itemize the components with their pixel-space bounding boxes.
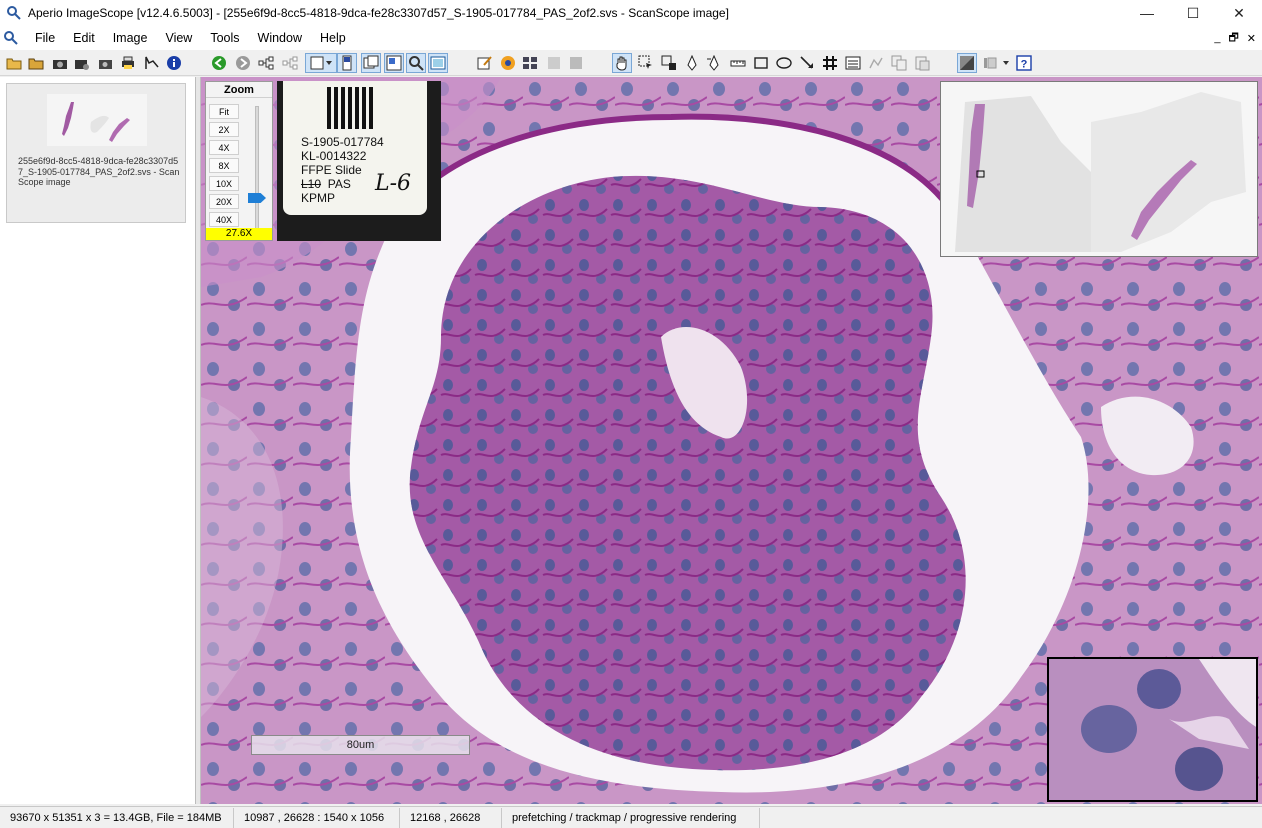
open-folder-alt-icon[interactable] [26, 53, 46, 73]
magnifier-window [1047, 657, 1258, 802]
help-icon[interactable]: ? [1014, 53, 1034, 73]
overview-icon[interactable] [361, 53, 381, 73]
sync-icon[interactable] [544, 53, 564, 73]
forward-icon[interactable] [233, 53, 253, 73]
analysis-icon[interactable] [866, 53, 886, 73]
slide-overview[interactable] [940, 81, 1258, 257]
label-strike: L10 [301, 177, 322, 191]
color-adjust-icon[interactable] [980, 53, 1014, 73]
label-handwritten: L-6 [375, 171, 412, 196]
paste-icon[interactable] [912, 53, 932, 73]
maximize-button[interactable]: ☐ [1170, 0, 1216, 26]
imagescope-app-icon [7, 6, 21, 20]
overview-image [941, 82, 1257, 256]
slide-label-panel[interactable]: S-1905-017784 KL-0014322 FFPE Slide L10 … [277, 81, 441, 241]
datamatrix-barcode [327, 87, 373, 129]
grid-icon[interactable] [820, 53, 840, 73]
pen-tool-icon[interactable] [682, 53, 702, 73]
status-mode: prefetching / trackmap / progressive ren… [502, 807, 760, 828]
panel-icon[interactable] [428, 53, 448, 73]
magnified-tissue [1049, 659, 1256, 800]
zoom-title: Zoom [206, 82, 272, 98]
arrow-tool-icon[interactable] [797, 53, 817, 73]
thumbnail-icon[interactable] [384, 53, 404, 73]
slide-viewer[interactable]: Zoom Fit 2X 4X 8X 10X 20X 40X 27.6X S-19… [201, 77, 1262, 804]
slide-label-icon[interactable] [337, 53, 357, 73]
zoom-4x-button[interactable]: 4X [209, 140, 239, 155]
printer-icon[interactable] [118, 53, 138, 73]
menu-edit[interactable]: Edit [64, 26, 104, 50]
zoom-2x-button[interactable]: 2X [209, 122, 239, 137]
rectangle-tool-icon[interactable] [751, 53, 771, 73]
menu-window[interactable]: Window [249, 26, 311, 50]
zoom-panel: Zoom Fit 2X 4X 8X 10X 20X 40X 27.6X [205, 81, 273, 241]
zoom-40x-button[interactable]: 40X [209, 212, 239, 227]
graph-icon[interactable] [142, 53, 162, 73]
annotation-list-icon[interactable] [843, 53, 863, 73]
image-adjust-icon[interactable] [957, 53, 977, 73]
label-line-project: KPMP [301, 191, 336, 205]
zoom-fit-button[interactable]: Fit [209, 104, 239, 119]
select-tool-icon[interactable] [636, 53, 656, 73]
mdi-restore-button[interactable]: 🗗 [1228, 29, 1238, 48]
edit-icon[interactable] [474, 53, 494, 73]
status-bar: 93670 x 51351 x 3 = 13.4GB, File = 184MB… [0, 806, 1262, 828]
scale-bar: 80um [251, 735, 470, 755]
label-stain: PAS [327, 177, 351, 191]
zoom-level: 27.6X [206, 228, 272, 240]
label-line-type: FFPE Slide [301, 163, 362, 177]
slide-label: S-1905-017784 KL-0014322 FFPE Slide L10 … [283, 81, 427, 215]
info-icon[interactable] [164, 53, 184, 73]
label-line-case: S-1905-017784 [301, 135, 384, 149]
copy-icon[interactable] [889, 53, 909, 73]
zoom-slider-thumb[interactable] [248, 193, 266, 203]
title-bar: Aperio ImageScope [v12.4.6.5003] - [255e… [0, 0, 1262, 26]
camera-export-icon[interactable] [96, 53, 116, 73]
menu-help[interactable]: Help [311, 26, 355, 50]
toolbar: ? [0, 50, 1262, 76]
menu-tools[interactable]: Tools [201, 26, 248, 50]
zoom-select-icon[interactable] [659, 53, 679, 73]
display-dropdown-icon[interactable] [305, 53, 337, 73]
hierarchy-icon[interactable] [256, 53, 276, 73]
sync-alt-icon[interactable] [566, 53, 586, 73]
pan-tool-icon[interactable] [612, 53, 632, 73]
menu-image[interactable]: Image [104, 26, 157, 50]
mdi-close-button[interactable]: ✕ [1247, 32, 1256, 45]
status-cursor: 12168 , 26628 [400, 807, 502, 828]
label-text: S-1905-017784 KL-0014322 FFPE Slide L10 … [301, 135, 384, 205]
link-icon[interactable] [498, 53, 518, 73]
zoom-20x-button[interactable]: 20X [209, 194, 239, 209]
menu-view[interactable]: View [156, 26, 201, 50]
compare-icon[interactable] [520, 53, 540, 73]
svg-text:?: ? [1021, 59, 1028, 71]
close-button[interactable]: ✕ [1216, 0, 1262, 26]
status-region: 10987 , 26628 : 1540 x 1056 [234, 807, 400, 828]
window-title: Aperio ImageScope [v12.4.6.5003] - [255e… [28, 6, 729, 20]
menu-bar: File Edit Image View Tools Window Help _… [0, 26, 1262, 50]
label-line-stain: L10 PAS [301, 177, 384, 191]
zoom-10x-button[interactable]: 10X [209, 176, 239, 191]
minimize-button[interactable]: — [1124, 0, 1170, 26]
status-dimensions: 93670 x 51351 x 3 = 13.4GB, File = 184MB [0, 807, 234, 828]
mdi-minimize-button[interactable]: _ [1214, 32, 1220, 44]
slide-thumbnail [47, 94, 147, 146]
back-icon[interactable] [209, 53, 229, 73]
magnifier-icon[interactable] [406, 53, 426, 73]
document-icon[interactable] [2, 29, 20, 47]
image-thumbnail-card[interactable]: 255e6f9d-8cc5-4818-9dca-fe28c3307d57_S-1… [6, 83, 186, 223]
label-line-id: KL-0014322 [301, 149, 367, 163]
hierarchy-alt-icon[interactable] [280, 53, 300, 73]
menu-file[interactable]: File [26, 26, 64, 50]
image-list-panel: 255e6f9d-8cc5-4818-9dca-fe28c3307d57_S-1… [0, 77, 196, 804]
zoom-slider-track[interactable] [255, 106, 259, 230]
negative-pen-icon[interactable] [704, 53, 724, 73]
zoom-8x-button[interactable]: 8X [209, 158, 239, 173]
camera-icon[interactable] [50, 53, 70, 73]
thumbnail-caption: 255e6f9d-8cc5-4818-9dca-fe28c3307d57_S-1… [18, 156, 180, 187]
open-folder-icon[interactable] [4, 53, 24, 73]
ruler-icon[interactable] [728, 53, 748, 73]
camera-settings-icon[interactable] [72, 53, 92, 73]
ellipse-tool-icon[interactable] [774, 53, 794, 73]
